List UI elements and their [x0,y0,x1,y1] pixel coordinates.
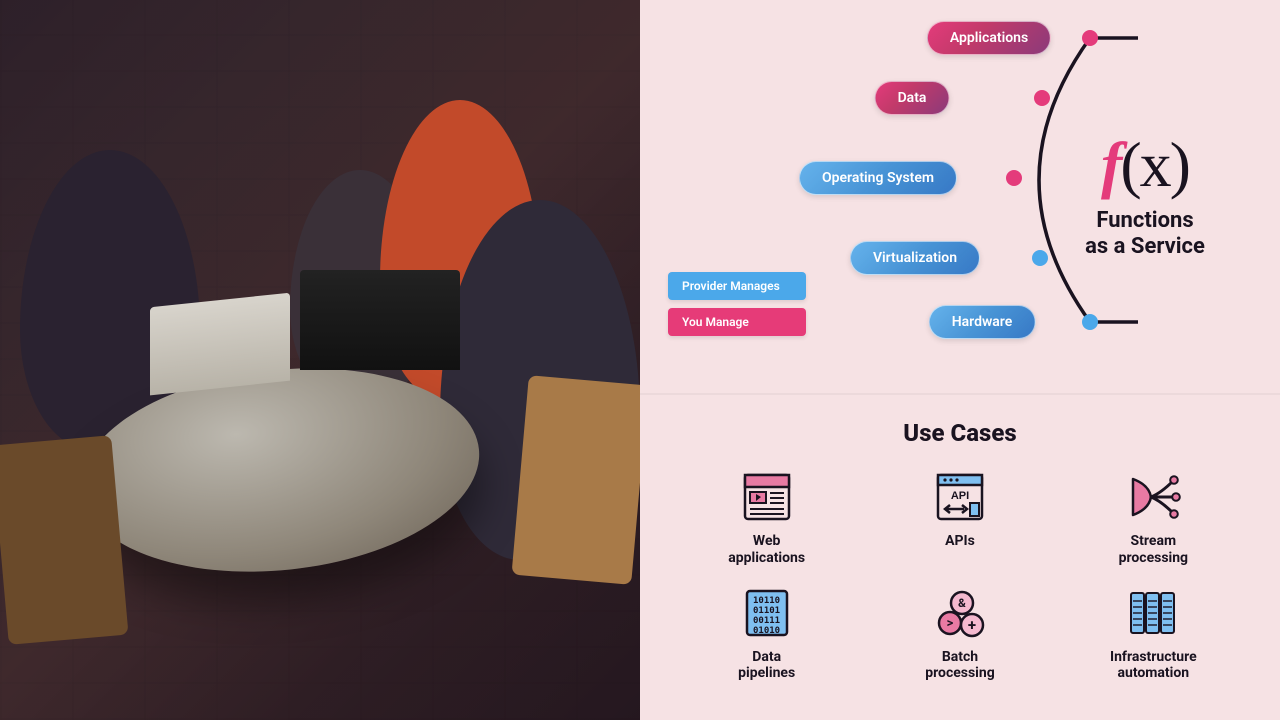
usecase-batch-processing: & > + Batchprocessing [863,585,1056,683]
layer-pill-hardware: Hardware [929,305,1036,339]
layer-pill-data: Data [875,81,950,115]
fx-x: (x) [1120,129,1189,200]
layer-pill-os: Operating System [799,161,957,195]
faas-title-block: f(x) Functionsas a Service [1040,128,1250,261]
usecase-web-applications: Webapplications [670,469,863,567]
svg-text:API: API [951,490,969,502]
svg-text:01010: 01010 [753,626,780,636]
faas-layers-diagram: Applications Data Operating System Virtu… [640,0,1280,395]
batch-icon: & > + [932,585,988,641]
svg-text:&: & [958,596,966,610]
layer-pill-virtualization: Virtualization [850,241,980,275]
legend-you: You Manage [668,308,806,336]
data-pipelines-icon: 10110 01101 00111 01010 [739,585,795,641]
usecase-label: Batchprocessing [925,649,994,683]
usecase-apis: API APIs [863,469,1056,567]
svg-text:>: > [947,616,954,631]
legend: Provider Manages You Manage [668,272,806,344]
layer-dot-applications [1082,30,1098,46]
use-cases-title: Use Cases [640,419,1280,447]
infographic-panel: Applications Data Operating System Virtu… [640,0,1280,720]
layer-dot-os [1006,170,1022,186]
usecase-data-pipelines: 10110 01101 00111 01010 Datapipelines [670,585,863,683]
layer-dot-data [1034,90,1050,106]
use-cases-section: Use Cases Webapplications [640,395,1280,720]
svg-text:+: + [968,616,976,634]
usecase-infrastructure-automation: Infrastructureautomation [1057,585,1250,683]
infra-icon [1125,585,1181,641]
api-icon: API [932,469,988,525]
legend-provider: Provider Manages [668,272,806,300]
svg-text:10110: 10110 [753,596,780,606]
stream-icon [1125,469,1181,525]
usecase-label: Streamprocessing [1119,533,1188,567]
usecase-label: Webapplications [728,533,805,567]
usecase-stream-processing: Streamprocessing [1057,469,1250,567]
use-cases-grid: Webapplications API APIs [640,469,1280,682]
faas-caption: Functionsas a Service [1040,208,1250,261]
fx-f: f [1101,129,1120,200]
usecase-label: Datapipelines [738,649,795,683]
web-app-icon [739,469,795,525]
usecase-label: APIs [945,533,975,550]
svg-text:00111: 00111 [753,616,780,626]
hero-photo [0,0,640,720]
fx-symbol: f(x) [1040,128,1250,202]
usecase-label: Infrastructureautomation [1110,649,1197,683]
layer-dot-hardware [1082,314,1098,330]
layer-pill-applications: Applications [927,21,1051,55]
svg-text:01101: 01101 [753,606,780,616]
